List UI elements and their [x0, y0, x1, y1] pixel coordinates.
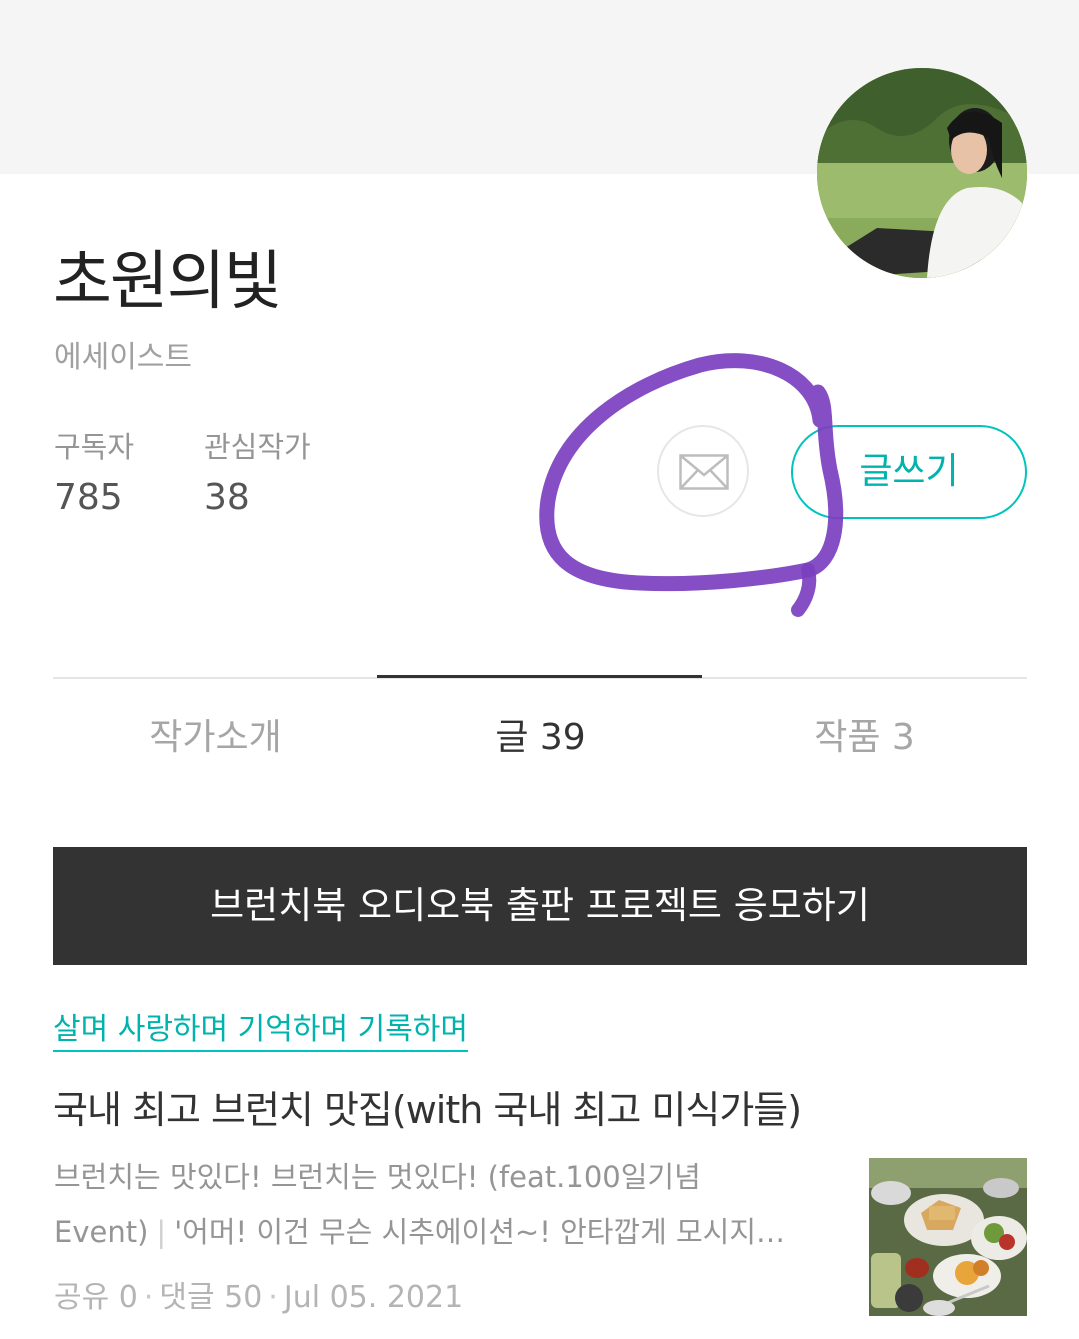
- brunch-food-photo: [869, 1158, 1027, 1316]
- audiobook-project-banner[interactable]: 브런치북 오디오북 출판 프로젝트 응모하기: [53, 847, 1027, 965]
- envelope-icon: [679, 454, 729, 490]
- post-meta: 공유 0 · 댓글 50 · Jul 05. 2021: [54, 1278, 463, 1318]
- following-stat[interactable]: 관심작가 38: [204, 428, 311, 520]
- post-excerpt-line-2: Event) | '어머! 이건 무슨 시추에이션~! 안타깝게 모시지…: [54, 1205, 834, 1260]
- post-subtitle-line-2: Event): [54, 1215, 149, 1249]
- avatar[interactable]: [817, 68, 1027, 278]
- magazine-link[interactable]: 살며 사랑하며 기억하며 기록하며: [53, 1010, 469, 1052]
- meta-dot: ·: [268, 1280, 278, 1315]
- subscribers-count: 785: [54, 477, 123, 518]
- avatar-photo: [817, 68, 1027, 278]
- post-excerpt[interactable]: 브런치는 맛있다! 브런치는 멋있다! (feat.100일기념 Event) |…: [54, 1150, 834, 1260]
- subscribers-stat[interactable]: 구독자 785: [54, 428, 134, 520]
- following-label: 관심작가: [204, 430, 311, 464]
- message-button[interactable]: [657, 425, 749, 517]
- subscribers-label: 구독자: [54, 430, 135, 464]
- meta-dot: ·: [143, 1280, 154, 1315]
- tab-active-indicator: [377, 675, 702, 678]
- tab-author-intro[interactable]: 작가소개: [53, 712, 378, 764]
- share-count: 공유 0: [54, 1280, 138, 1315]
- author-name: 초원의빛: [53, 245, 283, 319]
- author-job: 에세이스트: [54, 340, 192, 375]
- tab-posts[interactable]: 글 39: [378, 712, 703, 764]
- comment-count: 댓글 50: [159, 1280, 263, 1315]
- post-date: Jul 05. 2021: [283, 1280, 464, 1315]
- post-title[interactable]: 국내 최고 브런치 맛집(with 국내 최고 미식가들): [53, 1082, 802, 1138]
- following-count: 38: [204, 477, 250, 518]
- post-excerpt-text: '어머! 이건 무슨 시추에이션~! 안타깝게 모시지…: [174, 1215, 786, 1249]
- post-thumbnail[interactable]: [869, 1158, 1027, 1316]
- tab-works[interactable]: 작품 3: [702, 712, 1027, 764]
- post-subtitle-line-1: 브런치는 맛있다! 브런치는 멋있다! (feat.100일기념: [54, 1160, 701, 1194]
- write-button[interactable]: 글쓰기: [791, 425, 1027, 519]
- excerpt-separator: |: [156, 1215, 167, 1249]
